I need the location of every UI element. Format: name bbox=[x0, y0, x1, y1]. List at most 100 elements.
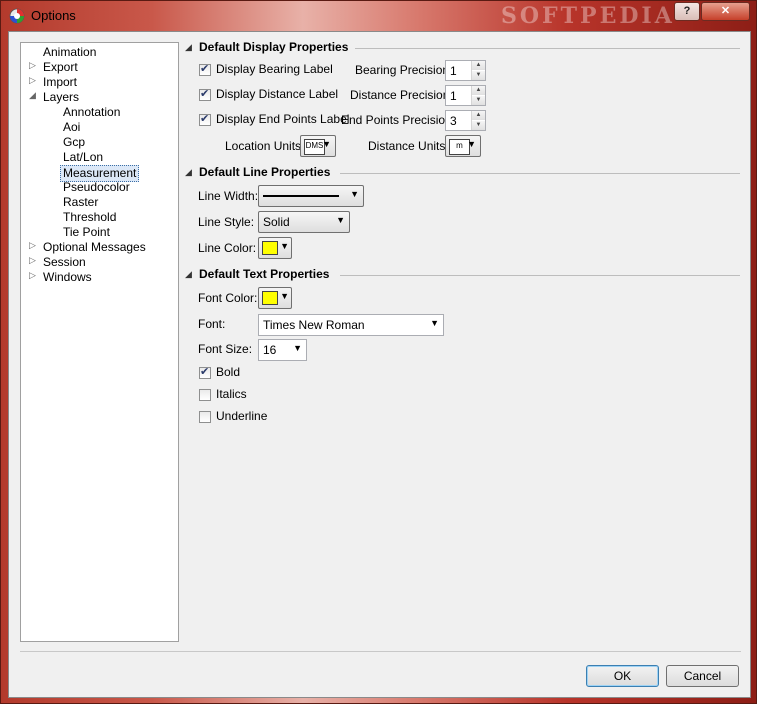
tree-item-tie-point[interactable]: Tie Point bbox=[63, 225, 110, 240]
expand-arrow-icon[interactable]: ▷ bbox=[29, 240, 39, 251]
cancel-button[interactable]: Cancel bbox=[666, 665, 739, 687]
tree-item-label: Pseudocolor bbox=[63, 180, 130, 194]
collapse-arrow-icon[interactable]: ◢ bbox=[185, 167, 192, 178]
tree-item-raster[interactable]: Raster bbox=[63, 195, 98, 210]
spin-up-icon[interactable]: ▲ bbox=[472, 111, 485, 120]
chevron-down-icon: ▼ bbox=[350, 189, 359, 199]
title-bar[interactable]: Options SOFTPEDIA ? ✕ bbox=[1, 1, 757, 31]
text-section-header[interactable]: ◢ Default Text Properties bbox=[185, 267, 742, 283]
spin-down-icon[interactable]: ▼ bbox=[472, 71, 485, 80]
tree-item-layers[interactable]: Layers bbox=[43, 90, 79, 105]
check-icon: ✔ bbox=[200, 113, 210, 125]
italics-checkbox[interactable] bbox=[199, 389, 211, 401]
chevron-down-icon: ▼ bbox=[293, 343, 302, 353]
line-width-combo[interactable]: ▼ bbox=[258, 185, 364, 207]
tree-item-label: Measurement bbox=[63, 166, 137, 180]
tree-item-windows[interactable]: Windows bbox=[43, 270, 92, 285]
tree-item-label: Layers bbox=[43, 90, 80, 104]
help-button[interactable]: ? bbox=[674, 2, 700, 21]
spin-arrows: ▲ ▼ bbox=[471, 61, 485, 80]
collapse-arrow-icon[interactable]: ◢ bbox=[185, 42, 192, 53]
location-units-combo[interactable]: DMS ▼ bbox=[300, 135, 336, 157]
endpoints-label-text: Display End Points Label bbox=[216, 112, 350, 126]
tree-item-import[interactable]: Import bbox=[43, 75, 77, 90]
line-width-label: Line Width: bbox=[198, 189, 259, 203]
distance-units-combo[interactable]: m ▼ bbox=[445, 135, 481, 157]
tree-item-pseudocolor[interactable]: Pseudocolor bbox=[63, 180, 130, 195]
line-style-combo[interactable]: Solid ▼ bbox=[258, 211, 350, 233]
ok-button[interactable]: OK bbox=[586, 665, 659, 687]
spin-up-icon[interactable]: ▲ bbox=[472, 86, 485, 95]
display-section-header[interactable]: ◢ Default Display Properties bbox=[185, 40, 742, 56]
endpoints-label-checkbox[interactable]: ✔ bbox=[199, 113, 211, 126]
section-divider bbox=[340, 275, 740, 276]
tree-item-aoi[interactable]: Aoi bbox=[63, 120, 80, 135]
bold-label: Bold bbox=[216, 365, 241, 379]
tree-item-session[interactable]: Session bbox=[43, 255, 86, 270]
bearing-label-text: Display Bearing Label bbox=[216, 62, 333, 76]
display-section-title: Default Display Properties bbox=[199, 40, 349, 54]
tree-item-export[interactable]: Export bbox=[43, 60, 78, 75]
tree-item-optional-messages[interactable]: Optional Messages bbox=[43, 240, 146, 255]
underline-checkbox[interactable] bbox=[199, 411, 211, 423]
font-color-picker[interactable]: ▼ bbox=[258, 287, 292, 309]
font-size-label: Font Size: bbox=[198, 342, 253, 356]
spin-value: 1 bbox=[450, 89, 457, 103]
location-units-label: Location Units: bbox=[225, 139, 305, 153]
chevron-down-icon: ▼ bbox=[322, 139, 331, 149]
chevron-down-icon: ▼ bbox=[280, 241, 289, 251]
distance-precision-spinbox[interactable]: 1 ▲ ▼ bbox=[445, 85, 486, 106]
distance-label-checkbox[interactable]: ✔ bbox=[199, 88, 211, 101]
options-tree[interactable]: Animation ▷ Export ▷ Import ◢ Layers Ann… bbox=[20, 42, 179, 642]
tree-item-label: Import bbox=[43, 75, 78, 89]
spin-up-icon[interactable]: ▲ bbox=[472, 61, 485, 70]
endpoints-precision-spinbox[interactable]: 3 ▲ ▼ bbox=[445, 110, 486, 131]
tree-item-label: Lat/Lon bbox=[63, 150, 104, 164]
font-color-label: Font Color: bbox=[198, 291, 258, 305]
bearing-precision-label: Bearing Precision: bbox=[355, 63, 453, 77]
line-section-header[interactable]: ◢ Default Line Properties bbox=[185, 165, 742, 181]
bold-checkbox[interactable]: ✔ bbox=[199, 366, 211, 379]
italics-label: Italics bbox=[216, 387, 247, 401]
bearing-label-checkbox[interactable]: ✔ bbox=[199, 63, 211, 76]
tree-item-label: Windows bbox=[43, 270, 92, 284]
distance-units-label: Distance Units: bbox=[368, 139, 449, 153]
tree-item-label: Optional Messages bbox=[43, 240, 146, 254]
dialog-body: Animation ▷ Export ▷ Import ◢ Layers Ann… bbox=[8, 31, 751, 698]
tree-item-annotation[interactable]: Annotation bbox=[63, 105, 120, 120]
chevron-down-icon: ▼ bbox=[430, 318, 439, 328]
check-icon: ✔ bbox=[200, 366, 210, 378]
endpoints-precision-label: End Points Precision: bbox=[341, 113, 456, 127]
check-icon: ✔ bbox=[200, 88, 210, 100]
distance-label-text: Display Distance Label bbox=[216, 87, 339, 101]
font-label: Font: bbox=[198, 317, 226, 331]
tree-item-threshold[interactable]: Threshold bbox=[63, 210, 116, 225]
expand-arrow-icon[interactable]: ▷ bbox=[29, 75, 39, 86]
watermark: SOFTPEDIA bbox=[501, 3, 675, 29]
tree-item-animation[interactable]: Animation bbox=[43, 45, 96, 60]
tree-item-label: Raster bbox=[63, 195, 99, 209]
expand-arrow-icon[interactable]: ▷ bbox=[29, 270, 39, 281]
font-combo[interactable]: Times New Roman ▼ bbox=[258, 314, 444, 336]
tree-item-label: Annotation bbox=[63, 105, 121, 119]
expand-arrow-icon[interactable]: ▷ bbox=[29, 60, 39, 71]
spin-down-icon[interactable]: ▼ bbox=[472, 96, 485, 105]
line-section-title: Default Line Properties bbox=[199, 165, 331, 179]
collapse-arrow-icon[interactable]: ◢ bbox=[29, 90, 39, 101]
tree-item-lat-lon[interactable]: Lat/Lon bbox=[63, 150, 103, 165]
underline-label: Underline bbox=[216, 409, 268, 423]
bearing-precision-spinbox[interactable]: 1 ▲ ▼ bbox=[445, 60, 486, 81]
collapse-arrow-icon[interactable]: ◢ bbox=[185, 269, 192, 280]
expand-arrow-icon[interactable]: ▷ bbox=[29, 255, 39, 266]
tree-item-label: Export bbox=[43, 60, 78, 74]
font-value: Times New Roman bbox=[263, 318, 365, 332]
chevron-down-icon: ▼ bbox=[467, 139, 476, 149]
chevron-down-icon: ▼ bbox=[280, 291, 289, 301]
spin-down-icon[interactable]: ▼ bbox=[472, 121, 485, 130]
spin-arrows: ▲ ▼ bbox=[471, 111, 485, 130]
line-color-picker[interactable]: ▼ bbox=[258, 237, 292, 259]
tree-item-gcp[interactable]: Gcp bbox=[63, 135, 85, 150]
tree-item-label: Gcp bbox=[63, 135, 86, 149]
font-size-combo[interactable]: 16 ▼ bbox=[258, 339, 307, 361]
close-button[interactable]: ✕ bbox=[701, 2, 750, 21]
